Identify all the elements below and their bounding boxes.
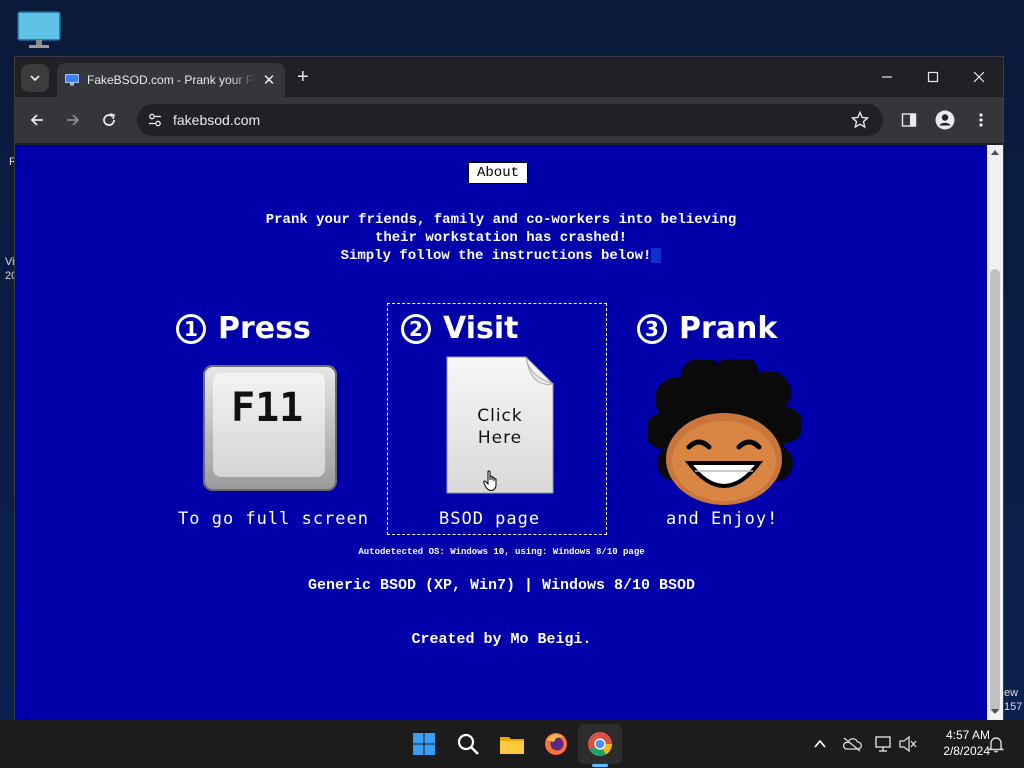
intro-line: their workstation has crashed!: [374, 230, 628, 246]
file-explorer-button[interactable]: [496, 728, 528, 760]
notifications-button[interactable]: [984, 732, 1008, 756]
new-tab-button[interactable]: +: [297, 67, 309, 87]
start-button[interactable]: [408, 728, 440, 760]
chevron-up-icon: [814, 739, 826, 748]
key-label: F11: [231, 385, 304, 431]
key-face: F11: [213, 373, 325, 477]
this-pc-icon[interactable]: [16, 10, 62, 50]
profile-button[interactable]: [933, 108, 957, 132]
network-icon: [875, 736, 891, 752]
minimize-icon: [882, 76, 892, 78]
bell-icon: [988, 737, 1004, 753]
step-visit-heading: 2 Visit: [401, 311, 518, 346]
intro-line: Simply follow the instructions below!: [340, 248, 652, 264]
forward-button[interactable]: [61, 108, 85, 132]
generic-bsod-link[interactable]: Generic BSOD (XP, Win7): [308, 577, 515, 594]
step-title: Press: [218, 311, 311, 346]
active-app-indicator: [592, 764, 608, 767]
clock-date: 2/8/2024: [943, 744, 990, 758]
browser-toolbar: fakebsod.com: [15, 97, 1003, 143]
step-press-heading: 1 Press: [176, 311, 311, 346]
reload-button[interactable]: [97, 108, 121, 132]
document-label-line: Click: [477, 406, 523, 426]
clock[interactable]: 4:57 AM 2/8/2024: [926, 727, 990, 759]
maximize-icon: [927, 71, 939, 83]
more-vertical-icon: [979, 113, 983, 127]
show-hidden-icons-button[interactable]: [808, 732, 832, 756]
network-tray-button[interactable]: [872, 732, 896, 756]
step-number-badge: 3: [637, 313, 667, 344]
volume-tray-button[interactable]: [896, 732, 920, 756]
tab-strip: FakeBSOD.com - Prank your Friends ✕ +: [15, 57, 1003, 97]
autodetect-text: Autodetected OS: Windows 10, using: Wind…: [358, 547, 645, 557]
step-caption: BSOD page: [439, 509, 541, 529]
chevron-down-icon: [30, 75, 40, 82]
onedrive-tray-button[interactable]: [840, 732, 864, 756]
back-button[interactable]: [25, 108, 49, 132]
close-window-button[interactable]: [959, 65, 999, 89]
text-cursor: [651, 247, 662, 263]
scroll-thumb[interactable]: [990, 269, 1000, 713]
file-explorer-icon: [500, 737, 524, 754]
reload-icon: [103, 113, 115, 126]
close-icon: [973, 71, 985, 83]
bookmark-star-icon[interactable]: [851, 111, 869, 129]
step-prank-heading: 3 Prank: [637, 311, 777, 346]
tab-title: FakeBSOD.com - Prank your Friends: [87, 73, 255, 87]
arrow-right-icon: [67, 114, 80, 126]
step-caption: and Enjoy!: [666, 509, 779, 529]
windows-8-10-bsod-link[interactable]: Windows 8/10 BSOD: [542, 577, 695, 594]
link-separator: |: [515, 577, 543, 594]
step-title: Prank: [679, 311, 778, 346]
document-label: Click Here: [446, 405, 554, 449]
browser-window: FakeBSOD.com - Prank your Friends ✕ +: [14, 56, 1004, 720]
firefox-button[interactable]: [540, 728, 572, 760]
intro-text: Prank your friends, family and co-worker…: [155, 211, 847, 265]
side-panel-icon: [901, 113, 917, 127]
side-panel-button[interactable]: [897, 108, 921, 132]
close-tab-icon[interactable]: ✕: [261, 71, 277, 89]
taskbar: 4:57 AM 2/8/2024: [0, 720, 1024, 768]
f11-key-image: F11: [203, 365, 337, 491]
step-number-badge: 1: [176, 313, 206, 344]
tab-fakebsod[interactable]: FakeBSOD.com - Prank your Friends ✕: [57, 63, 285, 97]
page-scrollbar[interactable]: [987, 145, 1003, 720]
step-title: Visit: [443, 311, 519, 346]
scroll-up-arrow-icon[interactable]: [991, 150, 999, 155]
firefox-icon: [545, 733, 567, 755]
url-text: fakebsod.com: [173, 112, 261, 128]
volume-muted-icon: [899, 735, 917, 753]
clock-time: 4:57 AM: [945, 728, 990, 742]
hand-cursor-icon: [483, 470, 497, 492]
favicon-monitor-icon: [65, 74, 79, 86]
address-bar[interactable]: fakebsod.com: [137, 104, 883, 136]
desktop-text-fragment: 157: [1004, 701, 1023, 713]
active-app-highlight: [578, 724, 622, 764]
intro-line: Prank your friends, family and co-worker…: [265, 212, 737, 228]
maximize-button[interactable]: [913, 65, 953, 89]
bsod-links: Generic BSOD (XP, Win7) | Windows 8/10 B…: [15, 577, 988, 594]
avatar-icon: [935, 110, 955, 130]
minimize-button[interactable]: [867, 65, 907, 89]
tab-search-button[interactable]: [21, 64, 49, 92]
arrow-left-icon: [30, 114, 43, 126]
desktop-text-fragment: ew: [1004, 687, 1019, 699]
step-number-badge: 2: [401, 313, 431, 344]
laughing-face-icon: [647, 359, 801, 505]
start-icon: [413, 733, 435, 755]
cloud-offline-icon: [842, 737, 862, 752]
search-icon: [457, 733, 479, 755]
document-label-line: Here: [477, 428, 523, 448]
taskbar-search-button[interactable]: [452, 728, 484, 760]
page-viewport: About Prank your friends, family and co-…: [15, 145, 988, 720]
step-caption: To go full screen: [178, 509, 369, 529]
credit-text: Created by Mo Beigi.: [411, 631, 592, 648]
about-link[interactable]: About: [468, 162, 529, 184]
site-info-icon[interactable]: [147, 112, 163, 128]
menu-button[interactable]: [969, 108, 993, 132]
scroll-down-arrow-icon[interactable]: [991, 709, 999, 714]
